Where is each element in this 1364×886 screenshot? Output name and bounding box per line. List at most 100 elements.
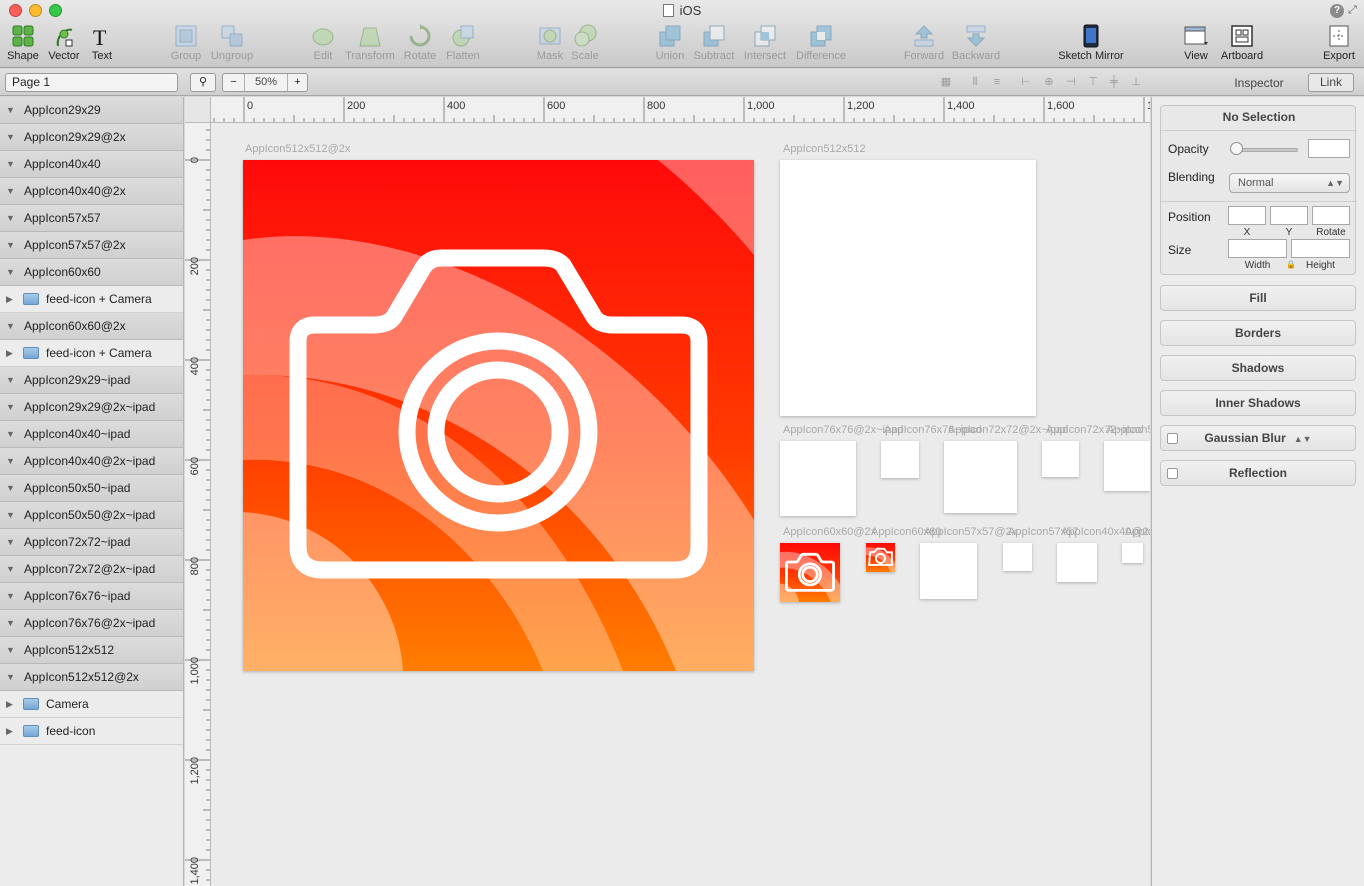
layer-row-group[interactable]: ▶ feed-icon + Camera — [0, 286, 183, 313]
difference-button[interactable]: Difference — [791, 24, 851, 62]
artboard-appicon40-2x[interactable] — [1057, 543, 1097, 582]
layer-row-artboard[interactable]: ▼ AppIcon29x29~ipad — [0, 367, 183, 394]
layer-row-artboard[interactable]: ▼ AppIcon29x29@2x~ipad — [0, 394, 183, 421]
export-button[interactable]: Export — [1309, 24, 1364, 62]
layer-row-artboard[interactable]: ▼ AppIcon29x29@2x — [0, 124, 183, 151]
disclosure-down-icon[interactable]: ▼ — [6, 421, 16, 447]
artboard-label-57-2x[interactable]: AppIcon57x57@2x — [924, 526, 1017, 538]
borders-section[interactable]: Borders — [1160, 320, 1356, 346]
disclosure-down-icon[interactable]: ▼ — [6, 610, 16, 636]
layer-row-group[interactable]: ▶ Camera — [0, 691, 183, 718]
disclosure-down-icon[interactable]: ▼ — [6, 394, 16, 420]
scale-button[interactable]: Scale — [555, 24, 615, 62]
distribute-horizontal-icon[interactable]: ⦀ — [969, 77, 981, 88]
backward-button[interactable]: Backward — [946, 24, 1006, 62]
artboard-label-512[interactable]: AppIcon512x512 — [783, 143, 866, 155]
distribute-icon[interactable]: ▦ — [940, 77, 952, 88]
layer-row-artboard[interactable]: ▼ AppIcon72x72~ipad — [0, 529, 183, 556]
height-input[interactable] — [1291, 239, 1350, 258]
shadows-section[interactable]: Shadows — [1160, 355, 1356, 381]
opacity-slider-track[interactable] — [1236, 148, 1298, 152]
layer-row-artboard[interactable]: ▼ AppIcon40x40@2x~ipad — [0, 448, 183, 475]
layer-row-artboard[interactable]: ▼ AppIcon76x76@2x~ipad — [0, 610, 183, 637]
disclosure-down-icon[interactable]: ▼ — [6, 637, 16, 663]
zoom-in-button[interactable]: + — [287, 74, 307, 91]
layer-row-group[interactable]: ▶ feed-icon — [0, 718, 183, 745]
artboard-appicon60-2x[interactable] — [780, 543, 840, 602]
disclosure-down-icon[interactable]: ▼ — [6, 232, 16, 258]
layer-row-artboard[interactable]: ▼ AppIcon512x512@2x — [0, 664, 183, 691]
layer-row-artboard[interactable]: ▼ AppIcon60x60 — [0, 259, 183, 286]
inner-shadows-section[interactable]: Inner Shadows — [1160, 390, 1356, 416]
disclosure-down-icon[interactable]: ▼ — [6, 664, 16, 690]
disclosure-down-icon[interactable]: ▼ — [6, 151, 16, 177]
layer-row-artboard[interactable]: ▼ AppIcon57x57 — [0, 205, 183, 232]
position-y-input[interactable] — [1270, 206, 1308, 225]
disclosure-down-icon[interactable]: ▼ — [6, 448, 16, 474]
layer-row-artboard[interactable]: ▼ AppIcon76x76~ipad — [0, 583, 183, 610]
intersect-button[interactable]: Intersect — [735, 24, 795, 62]
disclosure-down-icon[interactable]: ▼ — [6, 259, 16, 285]
rotate-input[interactable] — [1312, 206, 1350, 225]
position-x-input[interactable] — [1228, 206, 1266, 225]
layer-row-artboard[interactable]: ▼ AppIcon40x40 — [0, 151, 183, 178]
fill-section[interactable]: Fill — [1160, 285, 1356, 311]
layer-row-artboard[interactable]: ▼ AppIcon57x57@2x — [0, 232, 183, 259]
artboard-appicon40[interactable] — [1122, 543, 1143, 563]
width-input[interactable] — [1228, 239, 1287, 258]
text-tool-button[interactable]: T Text — [72, 24, 132, 62]
disclosure-down-icon[interactable]: ▼ — [6, 367, 16, 393]
layer-row-group[interactable]: ▶ feed-icon + Camera — [0, 340, 183, 367]
artboard-appicon76-2x-ipad[interactable] — [780, 441, 856, 516]
disclosure-right-icon[interactable]: ▶ — [6, 340, 16, 366]
artboard-button[interactable]: Artboard — [1212, 24, 1272, 62]
flatten-button[interactable]: Flatten — [433, 24, 493, 62]
disclosure-right-icon[interactable]: ▶ — [6, 718, 16, 744]
artboard-appicon512[interactable] — [780, 160, 1036, 416]
opacity-slider-knob[interactable] — [1230, 142, 1243, 155]
blending-select[interactable]: Normal ▲▼ — [1229, 173, 1350, 193]
artboard-appicon57-2x[interactable] — [920, 543, 977, 599]
artboard-label-512-2x[interactable]: AppIcon512x512@2x — [245, 143, 350, 155]
align-top-icon[interactable]: ⊤ — [1087, 77, 1099, 88]
layer-row-artboard[interactable]: ▼ AppIcon72x72@2x~ipad — [0, 556, 183, 583]
disclosure-down-icon[interactable]: ▼ — [6, 475, 16, 501]
reflection-section[interactable]: Reflection — [1160, 460, 1356, 486]
zoom-out-button[interactable]: − — [223, 74, 245, 91]
disclosure-down-icon[interactable]: ▼ — [6, 502, 16, 528]
artboard-appicon512-2x[interactable] — [243, 160, 754, 671]
fullscreen-icon[interactable]: ⤢ — [1348, 4, 1360, 16]
reflection-checkbox[interactable] — [1167, 468, 1178, 479]
artboard-appicon76-ipad[interactable] — [881, 441, 919, 478]
horizontal-ruler[interactable]: 0 200 400 600 800 1,000 1,200 1,400 1,600 1 — [211, 97, 1150, 123]
vertical-ruler[interactable]: 0 200 400 600 800 1,000 1,200 1,400 — [185, 123, 211, 886]
align-center-icon[interactable]: ⊕ — [1043, 77, 1055, 88]
disclosure-down-icon[interactable]: ▼ — [6, 529, 16, 555]
layer-row-artboard[interactable]: ▼ AppIcon50x50~ipad — [0, 475, 183, 502]
align-right-icon[interactable]: ⊣ — [1065, 77, 1077, 88]
disclosure-down-icon[interactable]: ▼ — [6, 313, 16, 339]
artboard-label-50-2x-ipad[interactable]: AppIcon5 — [1107, 424, 1150, 436]
artboard-appicon72-ipad[interactable] — [1042, 441, 1079, 477]
disclosure-down-icon[interactable]: ▼ — [6, 556, 16, 582]
artboard-label-60-2x[interactable]: AppIcon60x60@2x — [783, 526, 876, 538]
artboard-appicon60[interactable] — [866, 543, 895, 572]
disclosure-down-icon[interactable]: ▼ — [6, 97, 16, 123]
artboard-appicon57[interactable] — [1003, 543, 1032, 571]
layer-row-artboard[interactable]: ▼ AppIcon512x512 — [0, 637, 183, 664]
disclosure-down-icon[interactable]: ▼ — [6, 205, 16, 231]
forward-button[interactable]: Forward — [894, 24, 954, 62]
distribute-vertical-icon[interactable]: ≡ — [991, 77, 1003, 88]
zoom-level[interactable]: 50% — [245, 74, 287, 91]
layer-row-artboard[interactable]: ▼ AppIcon40x40@2x — [0, 178, 183, 205]
disclosure-down-icon[interactable]: ▼ — [6, 178, 16, 204]
artboard-appicon50-2x-ipad[interactable] — [1104, 441, 1150, 491]
layer-row-artboard[interactable]: ▼ AppIcon60x60@2x — [0, 313, 183, 340]
layer-row-artboard[interactable]: ▼ AppIcon29x29 — [0, 97, 183, 124]
artboard-label-40[interactable]: AppIcon4 — [1125, 526, 1150, 538]
disclosure-right-icon[interactable]: ▶ — [6, 286, 16, 312]
link-tab[interactable]: Link — [1308, 73, 1354, 92]
layer-row-artboard[interactable]: ▼ AppIcon50x50@2x~ipad — [0, 502, 183, 529]
inspector-tab[interactable]: Inspector — [1218, 74, 1300, 92]
layer-row-artboard[interactable]: ▼ AppIcon40x40~ipad — [0, 421, 183, 448]
